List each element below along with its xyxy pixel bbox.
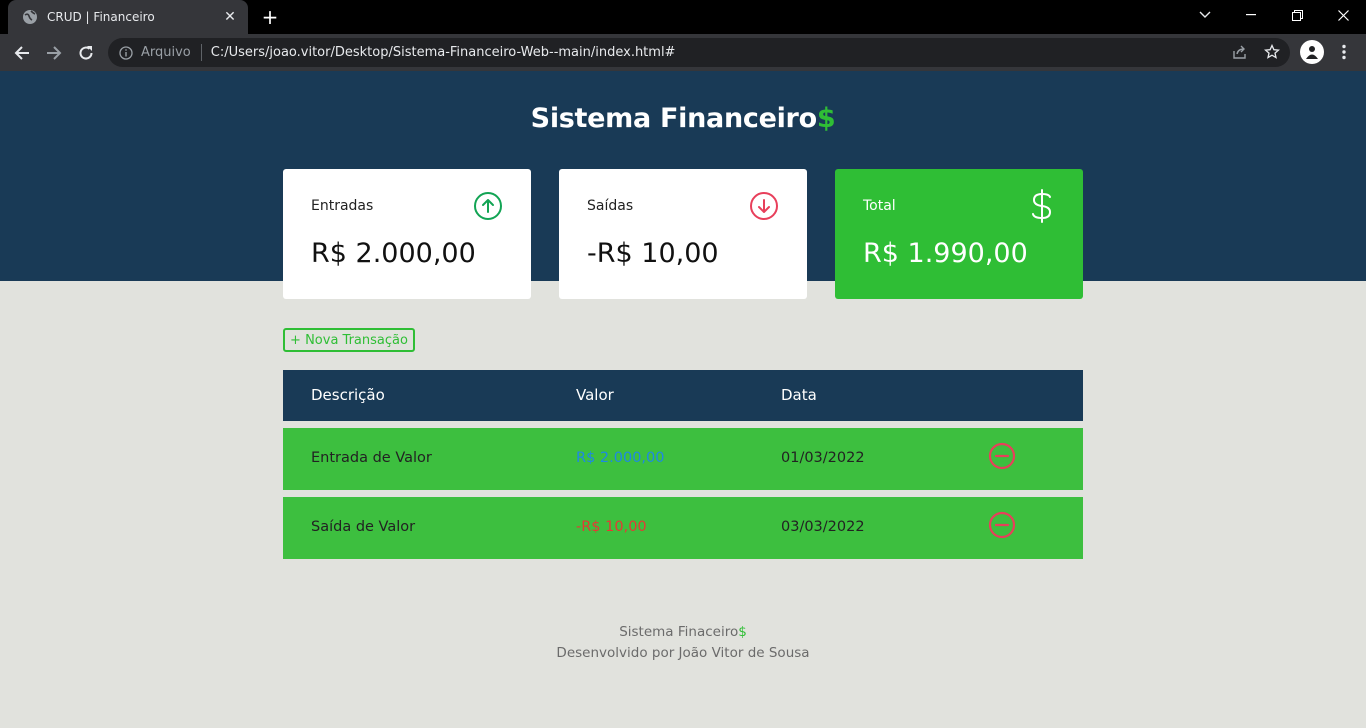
expense-label: Saídas: [587, 198, 634, 214]
arrow-down-circle-icon: [750, 192, 778, 220]
bookmark-button[interactable]: [1261, 41, 1283, 63]
income-label: Entradas: [311, 198, 374, 214]
restore-icon: [1291, 9, 1303, 21]
forward-button[interactable]: [40, 39, 68, 67]
file-scheme-label: Arquivo: [141, 45, 191, 60]
column-header-date: Data: [781, 386, 817, 404]
arrow-up-circle-icon: [474, 192, 502, 220]
page-content: Sistema Financeiro$ Entradas R$ 2.000,00…: [0, 71, 1366, 728]
share-icon: [1233, 45, 1246, 59]
person-icon: [1306, 46, 1318, 59]
remove-transaction-icon[interactable]: [988, 511, 1016, 539]
table-row: Saída de Valor -R$ 10,00 03/03/2022: [283, 497, 1083, 559]
page-title: Sistema Financeiro$: [0, 103, 1366, 134]
restore-button[interactable]: [1274, 0, 1320, 30]
table-row: Entrada de Valor R$ 2.000,00 01/03/2022: [283, 428, 1083, 490]
minimize-button[interactable]: [1228, 0, 1274, 30]
expense-card: Saídas -R$ 10,00: [559, 169, 807, 299]
dollar-sign-icon: [1032, 189, 1052, 223]
total-label: Total: [863, 198, 896, 214]
profile-avatar[interactable]: [1300, 40, 1324, 64]
tab-title: CRUD | Financeiro: [47, 10, 155, 24]
transaction-description: Entrada de Valor: [311, 450, 432, 466]
browser-tab-bar: CRUD | Financeiro ✕ +: [0, 0, 1366, 34]
tab-close-icon[interactable]: ✕: [222, 9, 238, 25]
menu-button[interactable]: [1333, 41, 1355, 63]
address-separator: [200, 44, 202, 61]
remove-transaction-icon[interactable]: [988, 442, 1016, 470]
transaction-amount: -R$ 10,00: [576, 519, 647, 535]
new-transaction-button[interactable]: + Nova Transação: [283, 328, 415, 352]
arrow-left-icon: [14, 46, 29, 60]
total-value: R$ 1.990,00: [863, 238, 1028, 269]
reload-button[interactable]: [72, 39, 100, 67]
minimize-icon: [1246, 14, 1256, 16]
browser-tab[interactable]: CRUD | Financeiro ✕: [8, 0, 248, 34]
transaction-amount: R$ 2.000,00: [576, 450, 665, 466]
expense-value: -R$ 10,00: [587, 238, 719, 269]
table-header: Descrição Valor Data: [283, 370, 1083, 421]
address-bar[interactable]: Arquivo C:/Users/joao.vitor/Desktop/Sist…: [108, 38, 1290, 67]
info-icon[interactable]: [119, 45, 133, 60]
transaction-date: 01/03/2022: [781, 450, 865, 466]
url-text[interactable]: C:/Users/joao.vitor/Desktop/Sistema-Fina…: [211, 45, 676, 60]
arrow-right-icon: [47, 46, 62, 60]
browser-toolbar: Arquivo C:/Users/joao.vitor/Desktop/Sist…: [0, 34, 1366, 71]
income-value: R$ 2.000,00: [311, 238, 476, 269]
column-header-description: Descrição: [311, 386, 385, 404]
chevron-down-icon: [1199, 11, 1211, 18]
column-header-amount: Valor: [576, 386, 614, 404]
close-window-button[interactable]: [1320, 0, 1366, 30]
footer: Sistema Finaceiro$ Desenvolvido por João…: [0, 622, 1366, 664]
transaction-date: 03/03/2022: [781, 519, 865, 535]
footer-brand-dollar: $: [738, 624, 747, 640]
income-card: Entradas R$ 2.000,00: [283, 169, 531, 299]
back-button[interactable]: [8, 39, 36, 67]
page-title-text: Sistema Financeiro: [530, 103, 817, 134]
transaction-description: Saída de Valor: [311, 519, 416, 535]
total-card: Total R$ 1.990,00: [835, 169, 1083, 299]
footer-brand-text: Sistema Finaceiro: [619, 624, 739, 640]
share-button[interactable]: [1229, 41, 1251, 63]
reload-icon: [79, 46, 93, 60]
footer-brand: Sistema Finaceiro$: [0, 622, 1366, 643]
close-icon: [1337, 9, 1349, 21]
kebab-menu-icon: [1342, 44, 1346, 60]
new-tab-button[interactable]: +: [258, 5, 282, 29]
page-title-dollar: $: [816, 103, 836, 134]
footer-credit: Desenvolvido por João Vitor de Sousa: [556, 645, 810, 661]
globe-icon: [23, 10, 37, 24]
star-icon: [1264, 44, 1280, 59]
tab-search-button[interactable]: [1182, 0, 1228, 30]
